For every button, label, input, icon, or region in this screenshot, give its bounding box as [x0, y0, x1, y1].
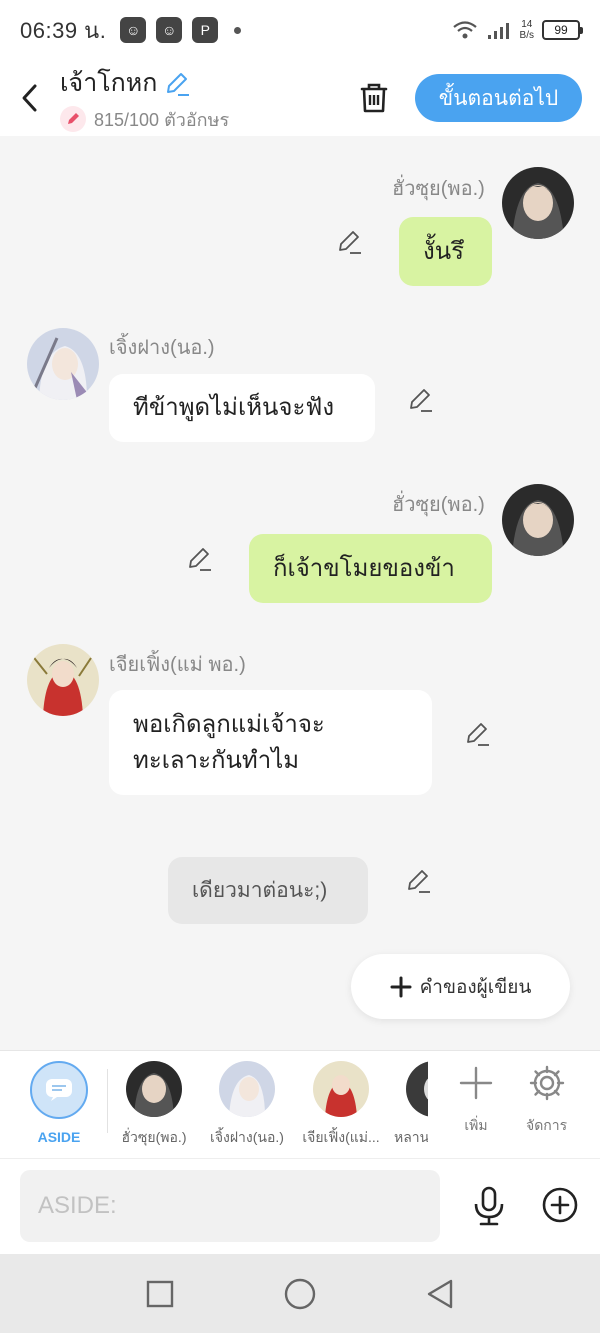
status-right: 14 B/s 99: [452, 19, 583, 41]
speaker-name: ฮั่วซุย(พอ.): [392, 178, 485, 200]
triangle-back-icon: [427, 1279, 453, 1308]
edit-message-button[interactable]: [405, 384, 435, 414]
aside-text: เดียวมาต่อนะ;): [192, 878, 328, 902]
message-bubble[interactable]: งั้นรึ: [399, 217, 492, 286]
avatar: [406, 1061, 428, 1117]
avatar[interactable]: [27, 644, 99, 716]
character-name: เจียเฟิ้ง(แม่...: [302, 1129, 380, 1145]
plus-circle-icon: [542, 1187, 578, 1223]
system-nav-bar: [0, 1254, 600, 1333]
trash-icon: [360, 83, 388, 113]
back-button[interactable]: [0, 60, 60, 136]
avatar[interactable]: [27, 328, 99, 400]
edit-message-button[interactable]: [462, 718, 492, 748]
avatar: [126, 1061, 182, 1117]
chevron-left-icon: [22, 84, 37, 112]
speaker-name: เจียเฟิ้ง(แม่ พอ.): [109, 654, 246, 676]
pencil-icon: [467, 723, 489, 746]
voice-input-button[interactable]: [470, 1185, 508, 1227]
home-button[interactable]: [280, 1274, 320, 1314]
pencil-icon: [410, 389, 432, 412]
story-title: เจ้าโกหก: [60, 68, 158, 97]
attach-button[interactable]: [540, 1185, 580, 1225]
pencil-icon: [189, 548, 211, 571]
message-text-line: พอเกิดลูกแม่เจ้าจะ: [133, 710, 325, 738]
edit-message-button[interactable]: [403, 865, 433, 895]
divider: [107, 1069, 108, 1133]
signal-icon: [487, 23, 509, 39]
add-character-button[interactable]: เพิ่ม: [456, 1065, 496, 1137]
battery-icon: 99: [542, 20, 583, 40]
plus-icon: [459, 1066, 493, 1100]
message-bubble[interactable]: ก็เจ้าขโมยของข้า: [249, 534, 492, 603]
app-notification-icon: ☺: [120, 17, 147, 43]
speaker-name: ฮั่วซุย(พอ.): [392, 494, 485, 516]
message-text-line: ทะเลาะกันทำไม: [133, 746, 300, 774]
character-count: 815/100 ตัวอักษร: [94, 109, 230, 130]
avatar: [313, 1061, 369, 1117]
character-name: เจิ้งฝาง(นอ.): [210, 1129, 284, 1145]
edit-title-button[interactable]: [163, 69, 191, 97]
character-selector[interactable]: ฮั่วซุย(พอ.): [118, 1061, 190, 1149]
character-selector-bar: ASIDE ฮั่วซุย(พอ.) เจิ้งฝาง(นอ.) เจียเฟิ…: [0, 1050, 600, 1158]
add-label: เพิ่ม: [464, 1117, 488, 1133]
status-time: 06:39 น.: [20, 17, 107, 43]
edit-message-button[interactable]: [334, 226, 364, 256]
edit-message-button[interactable]: [184, 543, 214, 573]
character-name: ฮั่วซุย(พอ.): [121, 1129, 187, 1145]
nav-back-button[interactable]: [420, 1274, 460, 1314]
speaker-name: เจิ้งฝาง(นอ.): [109, 337, 215, 359]
pencil-icon: [167, 72, 190, 96]
character-selector[interactable]: เจิ้งฝาง(นอ.): [206, 1061, 288, 1149]
aside-bubble[interactable]: เดียวมาต่อนะ;): [168, 857, 368, 924]
avatar[interactable]: [502, 167, 574, 239]
wifi-icon: [452, 21, 477, 39]
aside-selector[interactable]: ASIDE: [30, 1061, 88, 1145]
delete-button[interactable]: [352, 76, 396, 120]
character-name: หลาน: [394, 1129, 428, 1145]
circle-icon: [284, 1278, 316, 1309]
avatar[interactable]: [502, 484, 574, 556]
network-speed: 14 B/s: [519, 19, 534, 41]
message-bubble[interactable]: พอเกิดลูกแม่เจ้าจะ ทะเลาะกันทำไม: [109, 690, 432, 795]
battery-level: 99: [554, 23, 568, 37]
message-input-bar: [0, 1158, 600, 1254]
square-icon: [146, 1280, 174, 1307]
add-author-note-button[interactable]: คำของผู้เขียน: [351, 954, 570, 1019]
message-text: ก็เจ้าขโมยของข้า: [273, 554, 455, 582]
recents-button[interactable]: [140, 1274, 180, 1314]
author-note-label: คำของผู้เขียน: [419, 976, 532, 998]
more-notifications-dot: [234, 26, 242, 34]
character-selector[interactable]: หลาน: [392, 1061, 428, 1149]
status-bar: 06:39 น. ☺ ☺ P 14 B/s 99: [0, 0, 600, 60]
message-text: ทีข้าพูดไม่เห็นจะฟัง: [133, 394, 335, 421]
aside-label: ASIDE: [37, 1129, 81, 1145]
avatar: [219, 1061, 275, 1117]
title-block: เจ้าโกหก 815/100 ตัวอักษร: [60, 63, 229, 134]
app-notification-icon: ☺: [156, 17, 183, 43]
character-selector[interactable]: เจียเฟิ้ง(แม่...: [300, 1061, 382, 1149]
manage-button[interactable]: จัดการ: [526, 1065, 567, 1137]
message-bubble[interactable]: ทีข้าพูดไม่เห็นจะฟัง: [109, 374, 375, 442]
manage-label: จัดการ: [526, 1117, 568, 1133]
pencil-icon: [408, 870, 430, 893]
aside-icon: [30, 1061, 88, 1119]
top-header: เจ้าโกหก 815/100 ตัวอักษร ขั้นตอนต่อไป: [0, 60, 600, 136]
pencil-icon: [339, 231, 361, 254]
next-step-button[interactable]: ขั้นตอนต่อไป: [415, 74, 582, 122]
message-text: งั้นรึ: [423, 237, 465, 265]
chat-area: ฮั่วซุย(พอ.) งั้นรึ เจิ้งฝาง(นอ.) ทีข้าพ…: [0, 136, 600, 1050]
plus-icon: [390, 976, 412, 997]
gear-icon: [529, 1065, 564, 1101]
edit-count-icon: [60, 106, 86, 132]
microphone-icon: [474, 1186, 504, 1226]
status-notification-icons: ☺ ☺ P: [120, 17, 242, 43]
message-input[interactable]: [20, 1170, 440, 1242]
parking-app-icon: P: [192, 17, 219, 43]
